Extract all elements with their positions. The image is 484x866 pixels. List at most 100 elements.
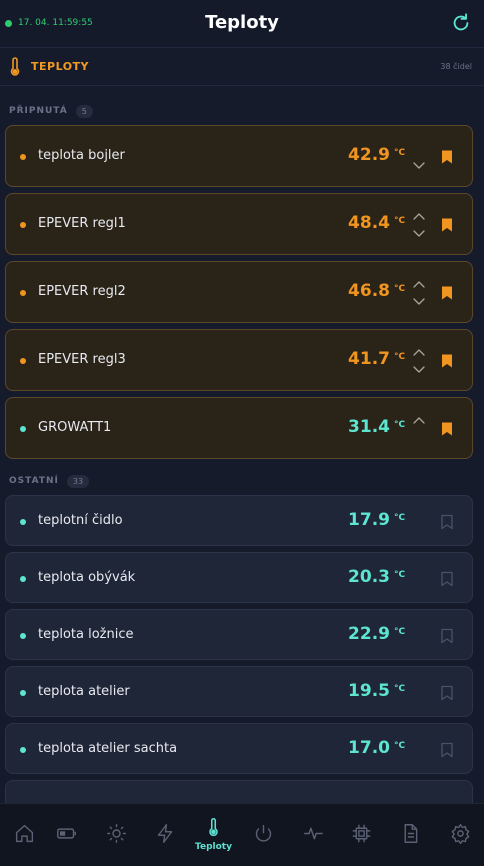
pinned-sensor-card[interactable]: GROWATT1 31.4 °C xyxy=(5,397,473,459)
nav-temperatures[interactable]: Teploty xyxy=(189,804,238,866)
sensor-name: GROWATT1 xyxy=(38,420,112,435)
nav-logs[interactable] xyxy=(386,804,435,866)
bookmark-icon[interactable] xyxy=(440,571,454,587)
document-icon xyxy=(404,824,418,843)
thermometer-nav-icon xyxy=(209,818,218,837)
sensor-name: teplota ložnice xyxy=(38,626,134,642)
status-dot xyxy=(20,575,26,582)
pulse-icon xyxy=(304,827,323,840)
sensor-name: teplota bojler xyxy=(38,148,125,163)
bookmark-icon[interactable] xyxy=(440,217,454,233)
others-count-badge: 33 xyxy=(66,474,90,488)
bookmark-icon[interactable] xyxy=(440,514,454,530)
bookmark-icon[interactable] xyxy=(440,285,454,301)
sun-icon xyxy=(107,824,126,843)
chevron-down-icon xyxy=(413,230,425,237)
section-title: TEPLOTY xyxy=(31,60,90,73)
chevron-up-icon xyxy=(413,417,425,424)
sensor-unit: °C xyxy=(394,352,406,362)
bottom-navigation: Teploty xyxy=(0,803,484,866)
reorder-arrows[interactable] xyxy=(412,343,426,379)
sensor-unit: °C xyxy=(394,683,406,694)
bookmark-icon[interactable] xyxy=(440,149,454,165)
sensor-card[interactable]: teplota ložnice 22.9 °C xyxy=(5,609,473,660)
sensor-name: teplota atelier sachta xyxy=(38,740,178,756)
sensor-value: 22.9 xyxy=(348,623,390,644)
status-dot xyxy=(20,426,26,432)
pinned-sensor-card[interactable]: EPEVER regl2 46.8 °C xyxy=(5,261,473,323)
lightning-icon xyxy=(157,824,173,843)
chevron-up-icon xyxy=(413,349,425,356)
sensor-card[interactable]: teplota atelier sachta 17.0 °C xyxy=(5,723,473,774)
status-dot xyxy=(20,222,26,228)
sensor-name: teplota obývák xyxy=(38,569,136,585)
sensor-card[interactable]: teplotní čidlo 17.9 °C xyxy=(5,495,473,546)
pinned-count-badge: 5 xyxy=(75,104,93,118)
home-icon xyxy=(15,824,34,843)
refresh-icon[interactable] xyxy=(450,12,472,34)
sensor-unit: °C xyxy=(394,216,406,226)
nav-solar[interactable] xyxy=(92,804,141,866)
sensor-name: EPEVER regl2 xyxy=(38,284,126,299)
sensor-value: 42.9 xyxy=(348,145,390,165)
bookmark-icon[interactable] xyxy=(440,685,454,701)
chevron-up-icon xyxy=(413,213,425,220)
bookmark-icon[interactable] xyxy=(440,421,454,437)
nav-graph[interactable] xyxy=(289,804,338,866)
page-title: Teploty xyxy=(205,12,279,33)
chevron-down-icon xyxy=(413,366,425,373)
pinned-sensor-card[interactable]: teplota bojler 42.9 °C xyxy=(5,125,473,187)
top-bar: 17. 04. 11:59:55 Teploty xyxy=(0,0,484,48)
nav-devices[interactable] xyxy=(337,804,386,866)
thermometer-icon xyxy=(10,57,20,76)
status-dot xyxy=(20,154,26,160)
sensor-value: 31.4 xyxy=(348,417,390,437)
nav-settings[interactable] xyxy=(436,804,484,866)
status-dot xyxy=(20,632,26,639)
bookmark-icon[interactable] xyxy=(440,353,454,369)
chevron-down-icon xyxy=(413,298,425,305)
chip-icon xyxy=(352,824,371,843)
pinned-group-label: PŘIPNUTÁ 5 xyxy=(9,103,93,119)
nav-switch[interactable] xyxy=(239,804,288,866)
battery-icon xyxy=(57,828,76,839)
reorder-arrows[interactable] xyxy=(412,411,426,447)
sensor-unit: °C xyxy=(394,569,406,580)
bookmark-icon[interactable] xyxy=(440,628,454,644)
sensor-name: teplotní čidlo xyxy=(38,512,123,528)
reorder-arrows[interactable] xyxy=(412,139,426,175)
pinned-title: PŘIPNUTÁ xyxy=(9,106,68,116)
sensor-unit: °C xyxy=(394,512,406,523)
status-dot xyxy=(20,689,26,696)
sensor-value: 19.5 xyxy=(348,680,390,701)
others-group-label: OSTATNÍ 33 xyxy=(9,473,90,489)
sensor-unit: °C xyxy=(394,626,406,637)
sensor-count: 38 čidel xyxy=(440,62,472,71)
nav-active-label: Teploty xyxy=(195,842,232,852)
others-title: OSTATNÍ xyxy=(9,476,59,486)
sensor-value: 20.3 xyxy=(348,566,390,587)
pinned-sensor-card[interactable]: EPEVER regl3 41.7 °C xyxy=(5,329,473,391)
reorder-arrows[interactable] xyxy=(412,275,426,311)
pinned-sensor-card[interactable]: EPEVER regl1 48.4 °C xyxy=(5,193,473,255)
bookmark-icon[interactable] xyxy=(440,742,454,758)
chevron-down-icon xyxy=(413,162,425,169)
sensor-card[interactable]: teplota atelier 19.5 °C xyxy=(5,666,473,717)
reorder-arrows[interactable] xyxy=(412,207,426,243)
gear-icon xyxy=(451,824,470,844)
sensor-name: teplota atelier xyxy=(38,683,130,699)
sensor-unit: °C xyxy=(394,284,406,294)
nav-power[interactable] xyxy=(141,804,190,866)
nav-battery[interactable] xyxy=(42,804,91,866)
power-icon xyxy=(255,824,272,842)
sensor-value: 46.8 xyxy=(348,281,390,301)
status-dot xyxy=(20,358,26,364)
sensor-value: 48.4 xyxy=(348,213,390,233)
sensor-value: 17.0 xyxy=(348,737,390,758)
sensor-card[interactable]: teplota obývák 20.3 °C xyxy=(5,552,473,603)
sensor-unit: °C xyxy=(394,148,406,158)
sensor-value: 41.7 xyxy=(348,349,390,369)
section-header: TEPLOTY 38 čidel xyxy=(0,48,484,86)
sensor-unit: °C xyxy=(394,740,406,751)
chevron-up-icon xyxy=(413,281,425,288)
